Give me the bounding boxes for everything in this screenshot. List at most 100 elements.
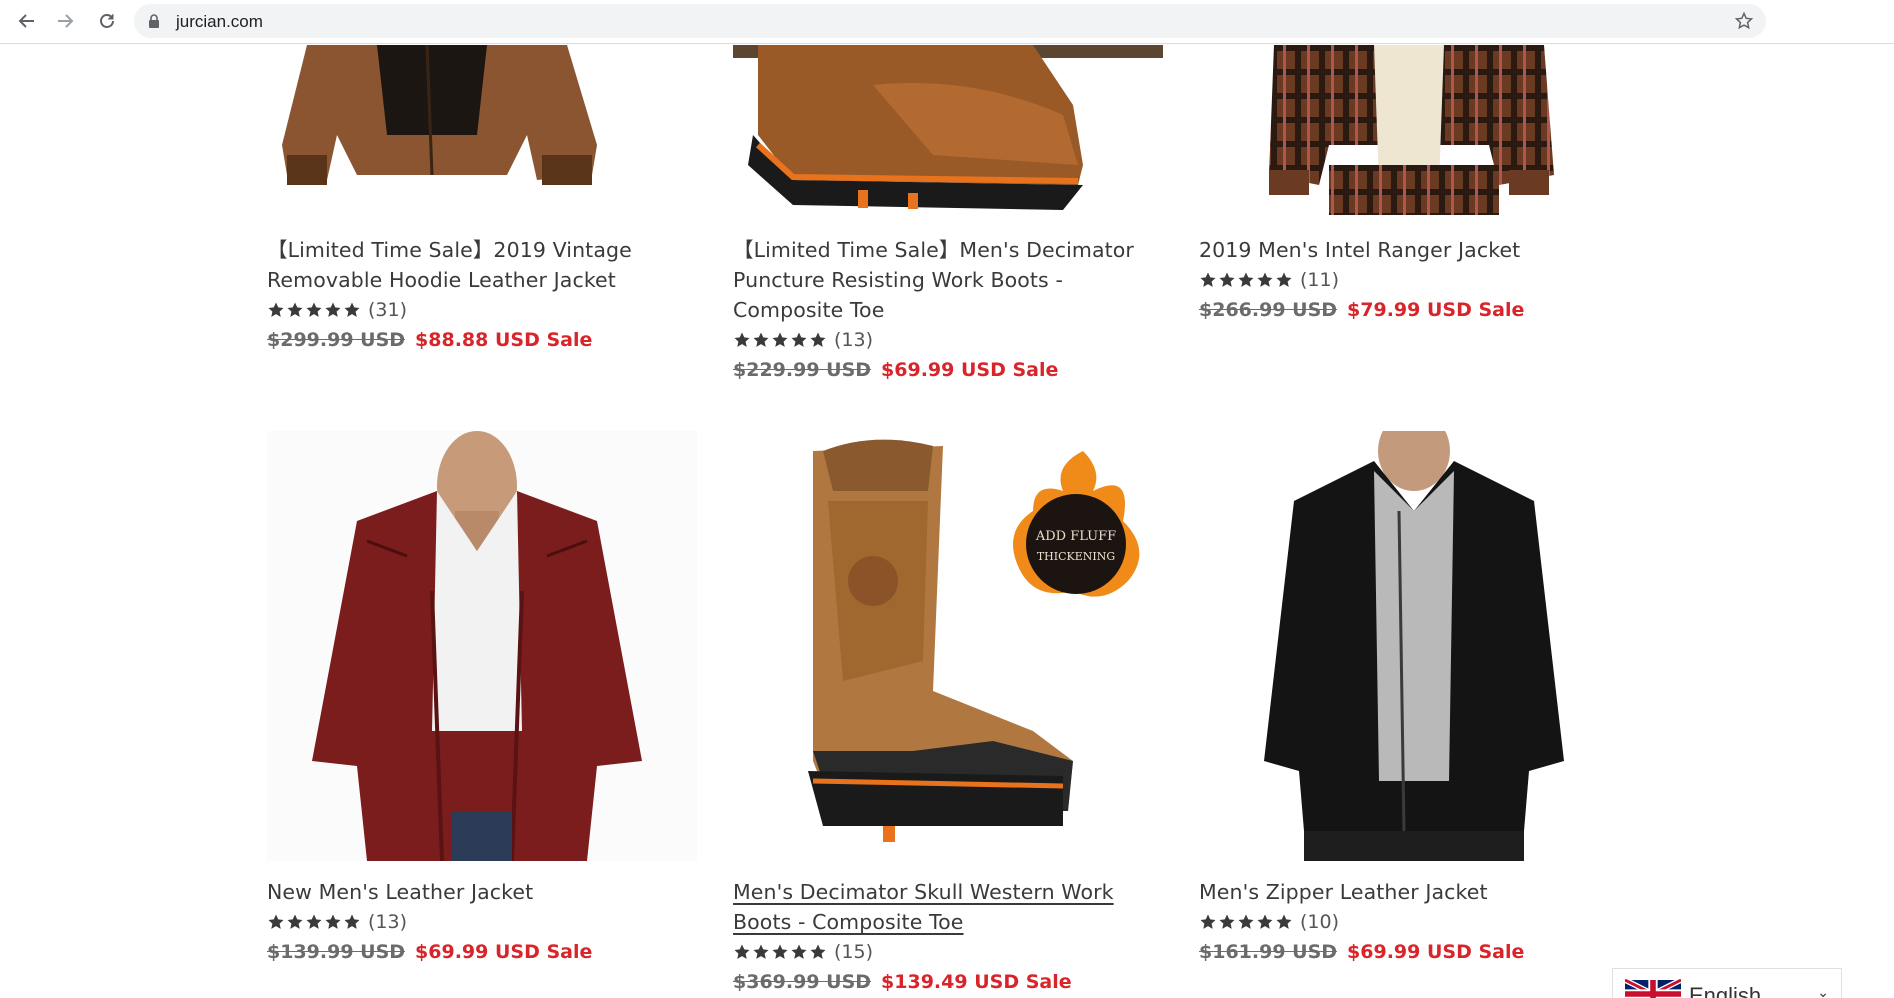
product-rating: (13) [733, 325, 1163, 355]
review-count: (13) [368, 911, 408, 933]
star-icon [1238, 914, 1254, 929]
product-image-black-leather-jacket[interactable] [1199, 431, 1629, 861]
review-count: (15) [834, 941, 874, 963]
rating-stars [267, 301, 361, 319]
badge-line-1: ADD FLUFF [1035, 529, 1116, 544]
star-icon [268, 914, 284, 929]
compare-at-price: $299.99 USD [267, 329, 406, 351]
product-rating: (15) [733, 937, 1163, 967]
product-prices: $266.99 USD $79.99 USD Sale [1199, 295, 1629, 325]
product-title[interactable]: New Men's Leather Jacket [267, 877, 697, 907]
product-card-2: 【Limited Time Sale】Men's Decimator Punct… [733, 235, 1163, 385]
star-icon [1200, 914, 1216, 929]
product-image-skull-boots[interactable]: ADD FLUFF THICKENING [733, 431, 1163, 861]
star-icon [268, 302, 284, 317]
rating-stars [733, 331, 827, 349]
product-card-1: 【Limited Time Sale】2019 Vintage Removabl… [267, 235, 697, 355]
product-title[interactable]: Men's Decimator Skull Western Work Boots… [733, 877, 1163, 937]
star-icon [1257, 914, 1273, 929]
review-count: (11) [1300, 269, 1340, 291]
product-title[interactable]: 【Limited Time Sale】2019 Vintage Removabl… [267, 235, 697, 295]
star-icon [325, 914, 341, 929]
compare-at-price: $161.99 USD [1199, 941, 1338, 963]
compare-at-price: $229.99 USD [733, 359, 872, 381]
star-icon [734, 332, 750, 347]
star-icon [344, 302, 360, 317]
product-card-5: Men's Decimator Skull Western Work Boots… [733, 877, 1163, 997]
compare-at-price: $139.99 USD [267, 941, 406, 963]
product-title[interactable]: 【Limited Time Sale】Men's Decimator Punct… [733, 235, 1163, 325]
product-rating: (11) [1199, 265, 1629, 295]
review-count: (10) [1300, 911, 1340, 933]
compare-at-price: $266.99 USD [1199, 299, 1338, 321]
product-card-6: Men's Zipper Leather Jacket (10) $161.99… [1199, 877, 1629, 967]
uk-flag-icon [1625, 979, 1681, 998]
arrow-left-icon [18, 14, 34, 28]
star-icon [306, 914, 322, 929]
star-icon [1219, 914, 1235, 929]
address-bar[interactable]: jurcian.com [134, 4, 1766, 38]
product-rating: (13) [267, 907, 697, 937]
star-icon [344, 914, 360, 929]
star-icon [791, 332, 807, 347]
review-count: (31) [368, 299, 408, 321]
star-icon [287, 914, 303, 929]
browser-toolbar: jurcian.com [0, 0, 1894, 44]
star-outline-icon[interactable] [1734, 11, 1754, 31]
sale-price: $79.99 USD Sale [1347, 299, 1525, 321]
product-title[interactable]: 2019 Men's Intel Ranger Jacket [1199, 235, 1629, 265]
language-label: English [1689, 983, 1762, 998]
product-grid: 【Limited Time Sale】2019 Vintage Removabl… [0, 45, 1894, 998]
product-image-decimator-boots[interactable] [733, 45, 1163, 220]
sale-price: $69.99 USD Sale [881, 359, 1059, 381]
product-image-red-leather-jacket[interactable] [267, 431, 697, 861]
language-selector[interactable]: English ⌄ [1612, 968, 1842, 998]
product-prices: $299.99 USD $88.88 USD Sale [267, 325, 697, 355]
sale-price: $69.99 USD Sale [1347, 941, 1525, 963]
product-rating: (10) [1199, 907, 1629, 937]
back-button[interactable] [14, 8, 40, 34]
star-icon [1276, 914, 1292, 929]
product-image-ranger-jacket[interactable] [1199, 45, 1629, 220]
url-text[interactable]: jurcian.com [176, 12, 263, 32]
product-prices: $369.99 USD $139.49 USD Sale [733, 967, 1163, 997]
rating-stars [733, 943, 827, 961]
forward-button[interactable] [52, 8, 78, 34]
sale-price: $69.99 USD Sale [415, 941, 593, 963]
star-icon [791, 944, 807, 959]
chevron-down-icon: ⌄ [1817, 985, 1829, 998]
product-image-hoodie-jacket[interactable] [267, 45, 697, 220]
sale-price: $139.49 USD Sale [881, 971, 1072, 993]
star-icon [772, 944, 788, 959]
star-icon [1257, 272, 1273, 287]
star-icon [1200, 272, 1216, 287]
star-icon [1238, 272, 1254, 287]
star-icon [1219, 272, 1235, 287]
badge-line-2: THICKENING [1037, 550, 1115, 563]
star-icon [772, 332, 788, 347]
star-icon [1276, 272, 1292, 287]
product-prices: $229.99 USD $69.99 USD Sale [733, 355, 1163, 385]
review-count: (13) [834, 329, 874, 351]
product-card-4: New Men's Leather Jacket (13) $139.99 US… [267, 877, 697, 967]
star-icon [325, 302, 341, 317]
rating-stars [1199, 913, 1293, 931]
product-title[interactable]: Men's Zipper Leather Jacket [1199, 877, 1629, 907]
arrow-right-icon [58, 14, 74, 28]
reload-icon [100, 14, 114, 28]
sale-price: $88.88 USD Sale [415, 329, 593, 351]
star-icon [810, 944, 826, 959]
star-icon [306, 302, 322, 317]
product-prices: $161.99 USD $69.99 USD Sale [1199, 937, 1629, 967]
lock-icon [149, 14, 159, 28]
star-icon [734, 944, 750, 959]
product-rating: (31) [267, 295, 697, 325]
star-icon [753, 944, 769, 959]
rating-stars [1199, 271, 1293, 289]
product-card-3: 2019 Men's Intel Ranger Jacket (11) $266… [1199, 235, 1629, 325]
star-icon [810, 332, 826, 347]
reload-button[interactable] [94, 8, 120, 34]
star-icon [287, 302, 303, 317]
compare-at-price: $369.99 USD [733, 971, 872, 993]
product-prices: $139.99 USD $69.99 USD Sale [267, 937, 697, 967]
